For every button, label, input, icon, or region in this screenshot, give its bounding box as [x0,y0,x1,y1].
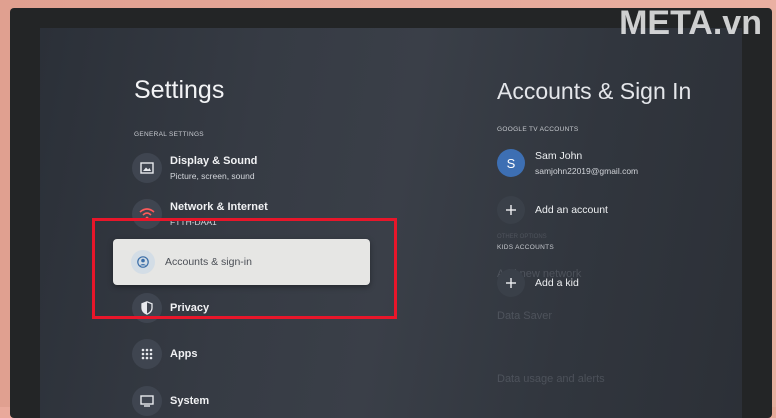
tv-icon [132,386,162,416]
account-sam-john[interactable]: S Sam John samjohn22019@gmail.com [497,149,638,177]
accounts-panel-title: Accounts & Sign In [497,78,692,104]
avatar: S [497,149,525,177]
menu-item-label: Network & Internet [170,201,268,213]
add-account-button[interactable]: Add an account [497,196,608,224]
account-email: samjohn22019@gmail.com [535,166,639,176]
watermark-logo: META.vn [619,4,762,42]
google-tv-accounts-label: GOOGLE TV ACCOUNTS [497,126,579,133]
ghost-data-usage: Data usage and alerts [497,373,605,385]
settings-title: Settings [134,76,225,104]
menu-item-apps[interactable]: Apps [132,336,198,372]
kids-accounts-label: KIDS ACCOUNTS [497,244,554,251]
menu-item-label: Apps [170,348,198,360]
add-kid-label: Add a kid [535,277,579,289]
menu-item-sub: Picture, screen, sound [170,171,255,181]
account-name: Sam John [535,150,583,162]
add-kid-button[interactable]: Add a kid [497,269,579,297]
menu-item-display-sound[interactable]: Display & Sound Picture, screen, sound [132,150,257,186]
menu-item-label: System [170,395,210,407]
ghost-data-saver: Data Saver [497,310,553,322]
ghost-other-options: OTHER OPTIONS [497,234,547,240]
highlight-annotation-box [92,218,397,319]
add-account-label: Add an account [535,204,608,216]
menu-item-label: Display & Sound [170,155,258,167]
display-icon [132,153,162,183]
menu-item-system[interactable]: System [132,383,209,418]
plus-icon [497,269,525,297]
general-settings-label: GENERAL SETTINGS [134,131,204,138]
plus-icon [497,196,525,224]
apps-grid-icon [132,339,162,369]
